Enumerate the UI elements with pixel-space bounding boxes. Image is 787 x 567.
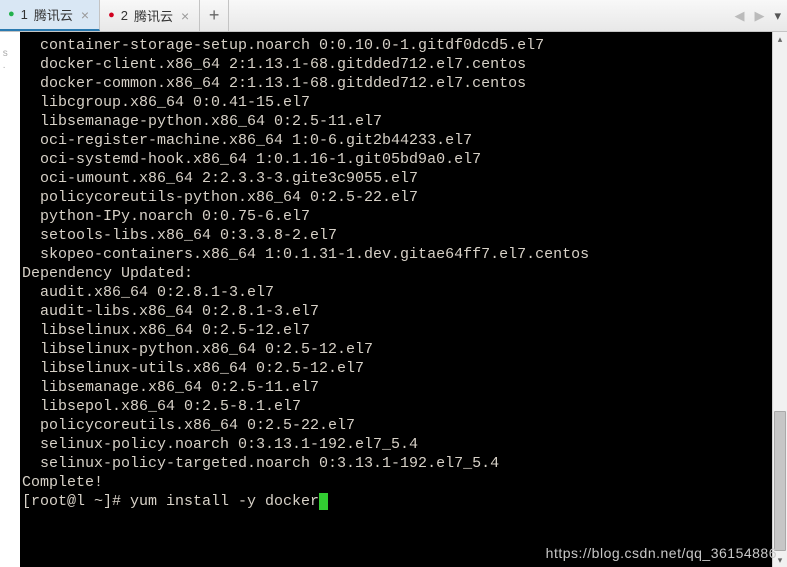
terminal-prompt[interactable]: [root@l ~]# yum install -y docker (22, 492, 771, 511)
tab-menu-icon[interactable]: ▾ (774, 8, 781, 24)
terminal-line: oci-umount.x86_64 2:2.3.3-3.gite3c9055.e… (22, 169, 771, 188)
tab-label: 腾讯云 (34, 5, 73, 24)
tab-2[interactable]: ● 2 腾讯云 × (100, 0, 200, 31)
terminal-line: libsemanage-python.x86_64 0:2.5-11.el7 (22, 112, 771, 131)
body: s . container-storage-setup.noarch 0:0.1… (0, 32, 787, 567)
terminal-line: policycoreutils.x86_64 0:2.5-22.el7 (22, 416, 771, 435)
scroll-down-icon[interactable]: ▾ (773, 553, 787, 567)
status-dot-icon: ● (108, 10, 115, 21)
terminal-line: libselinux-python.x86_64 0:2.5-12.el7 (22, 340, 771, 359)
tab-nav: ◀ ▶ ▾ (728, 0, 787, 31)
new-tab-button[interactable]: + (200, 0, 229, 31)
terminal-line: container-storage-setup.noarch 0:0.10.0-… (22, 36, 771, 55)
terminal-line: selinux-policy-targeted.noarch 0:3.13.1-… (22, 454, 771, 473)
terminal-line: libsemanage.x86_64 0:2.5-11.el7 (22, 378, 771, 397)
terminal-line: oci-systemd-hook.x86_64 1:0.1.16-1.git05… (22, 150, 771, 169)
terminal-scrollbar[interactable]: ▴ ▾ (772, 32, 787, 567)
tab-next-icon[interactable]: ▶ (754, 8, 764, 24)
tab-prev-icon[interactable]: ◀ (734, 8, 744, 24)
terminal-line: libselinux.x86_64 0:2.5-12.el7 (22, 321, 771, 340)
close-icon[interactable]: × (79, 7, 91, 23)
scroll-up-icon[interactable]: ▴ (773, 32, 787, 46)
terminal-line: oci-register-machine.x86_64 1:0-6.git2b4… (22, 131, 771, 150)
tab-label: 腾讯云 (134, 6, 173, 25)
terminal-line: audit.x86_64 0:2.8.1-3.el7 (22, 283, 771, 302)
cursor-icon (319, 493, 328, 510)
tab-1[interactable]: ● 1 腾讯云 × (0, 0, 100, 31)
scroll-thumb[interactable] (774, 411, 786, 551)
terminal-line: libcgroup.x86_64 0:0.41-15.el7 (22, 93, 771, 112)
terminal-line: Complete! (22, 473, 771, 492)
tab-num: 2 (121, 8, 128, 23)
terminal-line: docker-client.x86_64 2:1.13.1-68.gitdded… (22, 55, 771, 74)
terminal-line: audit-libs.x86_64 0:2.8.1-3.el7 (22, 302, 771, 321)
terminal-line: skopeo-containers.x86_64 1:0.1.31-1.dev.… (22, 245, 771, 264)
scroll-track[interactable] (774, 46, 786, 553)
tab-spacer (229, 0, 728, 31)
terminal-line: Dependency Updated: (22, 264, 771, 283)
close-icon[interactable]: × (179, 8, 191, 24)
left-gutter: s . (0, 32, 20, 567)
plus-icon: + (209, 5, 220, 26)
terminal-line: setools-libs.x86_64 0:3.3.8-2.el7 (22, 226, 771, 245)
terminal-line: docker-common.x86_64 2:1.13.1-68.gitdded… (22, 74, 771, 93)
terminal-line: python-IPy.noarch 0:0.75-6.el7 (22, 207, 771, 226)
tab-bar: ● 1 腾讯云 × ● 2 腾讯云 × + ◀ ▶ ▾ (0, 0, 787, 32)
app: ● 1 腾讯云 × ● 2 腾讯云 × + ◀ ▶ ▾ s . containe… (0, 0, 787, 567)
status-dot-icon: ● (8, 9, 15, 20)
terminal-line: policycoreutils-python.x86_64 0:2.5-22.e… (22, 188, 771, 207)
terminal-container: container-storage-setup.noarch 0:0.10.0-… (20, 32, 787, 567)
terminal[interactable]: container-storage-setup.noarch 0:0.10.0-… (20, 32, 773, 567)
terminal-line: libselinux-utils.x86_64 0:2.5-12.el7 (22, 359, 771, 378)
tab-num: 1 (21, 7, 28, 22)
terminal-line: selinux-policy.noarch 0:3.13.1-192.el7_5… (22, 435, 771, 454)
terminal-line: libsepol.x86_64 0:2.5-8.1.el7 (22, 397, 771, 416)
